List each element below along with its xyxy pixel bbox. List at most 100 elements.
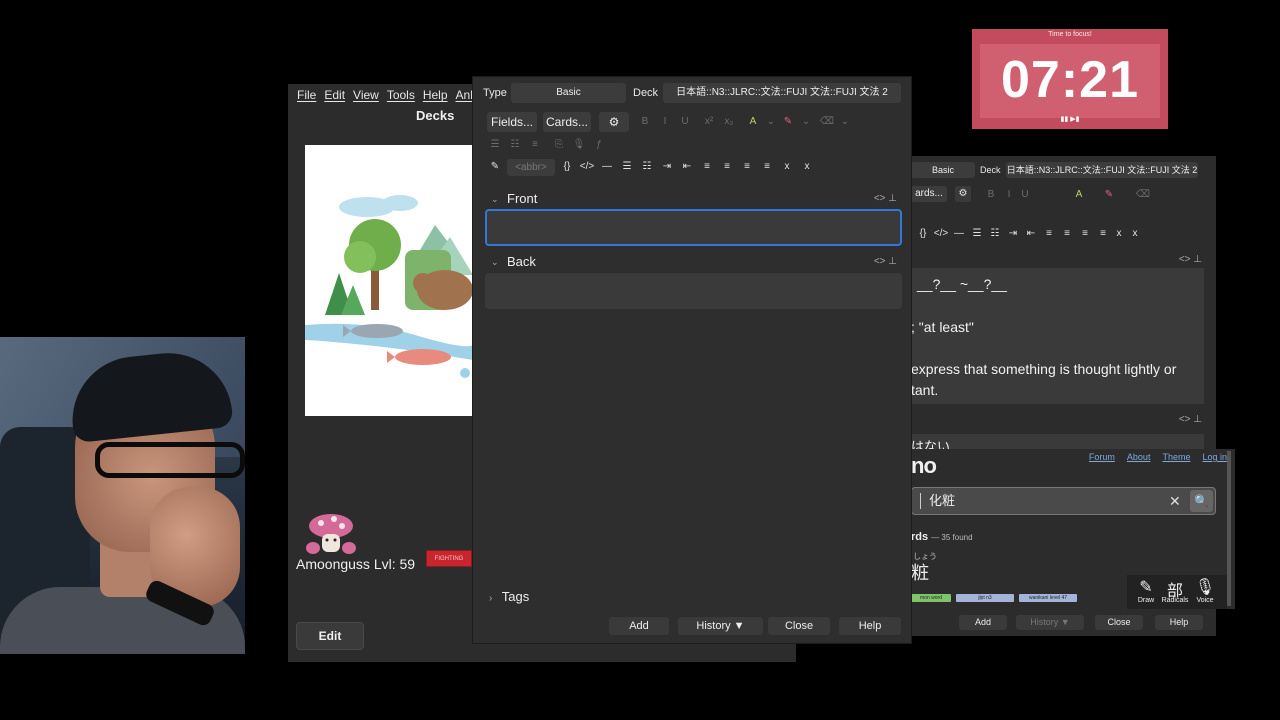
bg-hr-icon[interactable]: — <box>951 226 967 242</box>
gear-icon[interactable]: ⚙ <box>599 112 629 132</box>
jisho-found-count: — 35 found <box>931 533 973 542</box>
back-field[interactable] <box>485 273 902 309</box>
jisho-about-link[interactable]: About <box>1127 452 1151 462</box>
outdent-icon[interactable]: ⇤ <box>679 159 695 175</box>
bg-text-color-icon[interactable]: A <box>1071 187 1087 203</box>
align-left-icon[interactable]: ≡ <box>719 159 735 175</box>
italic-icon[interactable]: I <box>657 114 673 130</box>
formula-icon[interactable]: x <box>799 159 815 175</box>
bg-justify-icon[interactable]: ≡ <box>1095 226 1111 242</box>
bg-highlight-icon[interactable]: ✎ <box>1101 187 1117 203</box>
chevron-right-icon[interactable]: › <box>489 593 492 604</box>
jisho-search-input[interactable]: 化粧 ✕ 🔍 <box>911 487 1216 515</box>
function-icon[interactable]: ƒ <box>591 137 607 153</box>
close-button[interactable]: Close <box>768 617 830 635</box>
menu-edit[interactable]: Edit <box>321 88 348 102</box>
bg-formula-icon[interactable]: x <box>1127 226 1143 242</box>
subscript-icon[interactable]: x₂ <box>721 114 737 130</box>
numbered-list-icon[interactable]: ☷ <box>507 137 523 153</box>
braces-icon[interactable]: {} <box>559 159 575 175</box>
microphone-icon[interactable]: 🎙 <box>571 137 587 153</box>
html-editor-icon[interactable]: </> <box>579 159 595 175</box>
menu-view[interactable]: View <box>350 88 382 102</box>
eraser-dropdown-icon[interactable]: ⌄ <box>837 114 853 130</box>
type-combo[interactable]: Basic <box>511 83 626 103</box>
unordered-list-icon[interactable]: ☰ <box>619 159 635 175</box>
bg-outdent-icon[interactable]: ⇤ <box>1023 226 1039 242</box>
bg-front-field-controls[interactable]: <> ⊥ <box>1179 254 1202 265</box>
indent-icon[interactable]: ⇥ <box>659 159 675 175</box>
jisho-theme-link[interactable]: Theme <box>1162 452 1190 462</box>
menu-tools[interactable]: Tools <box>384 88 418 102</box>
jisho-radicals-tool[interactable]: 部 Radicals <box>1160 577 1190 604</box>
bg-list-icon[interactable]: ☰ <box>969 226 985 242</box>
attach-icon[interactable]: ⎘ <box>551 137 567 153</box>
add-button[interactable]: Add <box>609 617 669 635</box>
jisho-forum-link[interactable]: Forum <box>1089 452 1115 462</box>
bg-cards-button[interactable]: ards... <box>911 186 947 202</box>
horizontal-rule-icon[interactable]: — <box>599 159 615 175</box>
front-field-controls[interactable]: <> ⊥ <box>874 193 897 204</box>
jisho-kanji[interactable]: 粧 <box>911 559 929 585</box>
bg-html-icon[interactable]: </> <box>933 226 949 242</box>
menu-help[interactable]: Help <box>420 88 451 102</box>
bg-deck-combo[interactable]: 日本語::N3::JLRC::文法::FUJI 文法::FUJI 文法 2 <box>1006 162 1198 178</box>
mathjax-icon[interactable]: x <box>779 159 795 175</box>
align-center-icon[interactable]: ≡ <box>699 159 715 175</box>
fields-button[interactable]: Fields... <box>487 112 537 132</box>
deck-combo[interactable]: 日本語::N3::JLRC::文法::FUJI 文法::FUJI 文法 2 <box>663 83 901 103</box>
bold-icon[interactable]: B <box>637 114 653 130</box>
bg-gear-icon[interactable]: ⚙ <box>955 186 971 202</box>
jisho-draw-tool[interactable]: ✎ Draw <box>1131 577 1161 604</box>
help-button[interactable]: Help <box>839 617 901 635</box>
history-button[interactable]: History ▼ <box>678 617 763 635</box>
cards-button[interactable]: Cards... <box>543 112 591 132</box>
justify-icon[interactable]: ≡ <box>759 159 775 175</box>
chevron-down-icon[interactable]: ⌄ <box>491 257 499 268</box>
jisho-login-link[interactable]: Log in <box>1202 452 1227 462</box>
bg-braces-icon[interactable]: {} <box>915 226 931 242</box>
jisho-voice-tool[interactable]: 🎙 Voice <box>1190 577 1220 604</box>
bg-bold-icon[interactable]: B <box>983 187 999 203</box>
bg-help-button[interactable]: Help <box>1155 615 1203 630</box>
bg-olist-icon[interactable]: ☷ <box>987 226 1003 242</box>
chevron-down-icon[interactable]: ⌄ <box>491 194 499 205</box>
timer-controls[interactable]: ▮▮ ▶▮ <box>972 115 1168 123</box>
menu-file[interactable]: File <box>294 88 319 102</box>
bg-close-button[interactable]: Close <box>1095 615 1143 630</box>
bg-mathjax-icon[interactable]: x <box>1111 226 1127 242</box>
ordered-list-icon[interactable]: ☷ <box>639 159 655 175</box>
bg-align-center-icon[interactable]: ≡ <box>1041 226 1057 242</box>
text-color-icon[interactable]: A <box>745 114 761 130</box>
jisho-logo[interactable]: no <box>911 453 937 479</box>
edit-button[interactable]: Edit <box>296 622 364 650</box>
text-color-dropdown-icon[interactable]: ⌄ <box>763 114 779 130</box>
highlight-dropdown-icon[interactable]: ⌄ <box>798 114 814 130</box>
search-icon[interactable]: 🔍 <box>1190 490 1213 512</box>
abbr-button[interactable]: <abbr> <box>507 159 555 176</box>
align-right-icon[interactable]: ≡ <box>739 159 755 175</box>
brush-icon[interactable]: ✎ <box>487 159 503 175</box>
bg-indent-icon[interactable]: ⇥ <box>1005 226 1021 242</box>
eraser-icon[interactable]: ⌫ <box>819 114 835 130</box>
tags-row[interactable]: › Tags <box>489 589 529 604</box>
bg-history-button[interactable]: History ▼ <box>1016 615 1084 630</box>
highlight-color-icon[interactable]: ✎ <box>780 114 796 130</box>
bullet-list-icon[interactable]: ☰ <box>487 137 503 153</box>
back-field-controls[interactable]: <> ⊥ <box>874 256 897 267</box>
jisho-scrollbar[interactable] <box>1227 451 1231 606</box>
bg-align-left-icon[interactable]: ≡ <box>1059 226 1075 242</box>
bg-underline-icon[interactable]: U <box>1017 187 1033 203</box>
bg-add-button[interactable]: Add <box>959 615 1007 630</box>
bg-type-combo[interactable]: Basic <box>911 162 975 178</box>
align-icon[interactable]: ≡ <box>527 137 543 153</box>
bg-italic-icon[interactable]: I <box>1001 187 1017 203</box>
superscript-icon[interactable]: x² <box>701 114 717 130</box>
bg-eraser-icon[interactable]: ⌫ <box>1135 187 1151 203</box>
underline-icon[interactable]: U <box>677 114 693 130</box>
clear-icon[interactable]: ✕ <box>1169 493 1181 510</box>
front-field[interactable] <box>485 209 902 246</box>
bg-align-right-icon[interactable]: ≡ <box>1077 226 1093 242</box>
bg-back-field-controls[interactable]: <> ⊥ <box>1179 414 1202 425</box>
bg-front-field[interactable]: __?__ ~__?__ ; "at least" express that s… <box>911 268 1204 404</box>
